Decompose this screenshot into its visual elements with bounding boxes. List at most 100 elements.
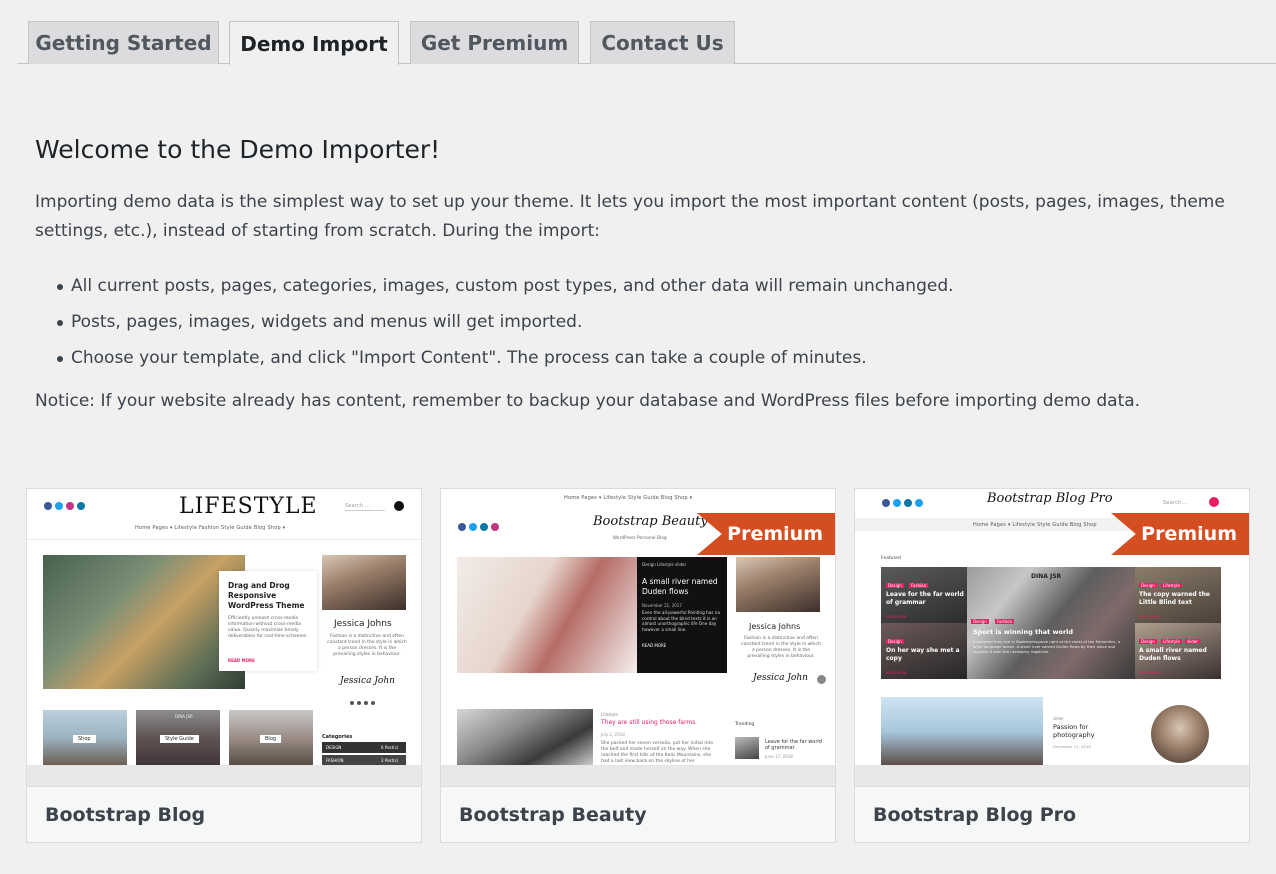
trending-title: Leave for the far world of grammar	[765, 739, 822, 751]
hero-heading: Drag and Drog Responsive WordPress Theme	[228, 581, 305, 610]
demo-title: Bootstrap Blog	[27, 786, 421, 842]
linkedin-icon	[904, 499, 912, 507]
post-tag: slider	[1185, 639, 1200, 644]
list-item: Choose your template, and click "Import …	[55, 340, 1245, 376]
post-tags: Design Lifestyle slider	[642, 562, 687, 567]
category-count: 2 Post(s)	[381, 758, 399, 763]
post-tag: Lifestyle	[1161, 639, 1182, 644]
post-text: Even the all-powerful Pointing has no co…	[642, 610, 721, 632]
author-avatar	[1151, 705, 1209, 763]
list-item: All current posts, pages, categories, im…	[55, 268, 1245, 304]
grid-title: On her way she met a copy	[886, 647, 960, 662]
category-name: FASHION	[326, 758, 344, 763]
grid-title: A small river named Duden flows	[1139, 647, 1207, 662]
lower-heading: They are still using those farms	[601, 719, 696, 726]
post-tag: Lifestyle	[1161, 583, 1182, 588]
read-more-link: READ MORE	[1139, 671, 1161, 675]
author-photo	[322, 555, 406, 610]
hero-text: Efficiently unleash cross-media informat…	[228, 616, 308, 639]
grid-title: Sport is winning that world	[973, 628, 1074, 636]
post-tag: Design	[886, 583, 904, 588]
demo-title: Bootstrap Beauty	[441, 786, 835, 842]
read-more-link: READ MORE	[228, 658, 255, 663]
post-image	[457, 709, 593, 765]
author-signature: Jessica John	[340, 676, 395, 686]
categories-heading: Categories	[322, 734, 353, 740]
twitter-icon	[469, 523, 477, 531]
tab-contact-us[interactable]: Contact Us	[590, 21, 735, 64]
instagram-icon	[491, 523, 499, 531]
nav-tabs: Getting Started Demo Import Get Premium …	[17, 21, 1276, 65]
tab-get-premium[interactable]: Get Premium	[410, 21, 579, 64]
tab-getting-started[interactable]: Getting Started	[28, 21, 219, 64]
lower-text: She packed her seven versalia, put her i…	[601, 741, 713, 764]
intro-section: Welcome to the Demo Importer! Importing …	[35, 133, 1245, 416]
intro-lead: Importing demo data is the simplest way …	[35, 192, 1225, 241]
post-tag: Fashion	[909, 583, 929, 588]
preview-logo: LIFESTYLE	[179, 494, 318, 519]
demo-title: Bootstrap Blog Pro	[855, 786, 1249, 842]
author-photo	[736, 557, 820, 612]
post-heading: A small river named Duden flows	[642, 577, 718, 596]
linkedin-icon	[480, 523, 488, 531]
hero-image	[43, 555, 245, 689]
lower-heading: Passion for photography	[1053, 723, 1095, 739]
grid-text: Separated they live in Bookmarksgrove ri…	[973, 639, 1121, 654]
lower-tag: Lifestyle	[601, 712, 618, 717]
demo-card-bootstrap-blog-pro[interactable]: Bootstrap Blog Pro Search ... Home Pages…	[854, 488, 1250, 843]
grid-title: Leave for the far world of grammar	[886, 591, 964, 606]
post-tag: Design	[1139, 583, 1157, 588]
read-more-link: READ MORE	[886, 671, 908, 675]
author-text: Fashion is a distinctive and often const…	[741, 636, 821, 659]
lower-date: December 21, 2018	[1053, 744, 1091, 749]
search-icon	[1209, 497, 1219, 507]
read-more-link: READ MORE	[1139, 615, 1161, 619]
category-count: 6 Post(s)	[381, 745, 399, 750]
search-icon	[394, 501, 404, 511]
author-signature: Jessica John	[753, 673, 808, 683]
lower-tag: slider	[1053, 716, 1064, 721]
notice-text: Notice: If your website already has cont…	[35, 391, 1141, 411]
intro-bullets: All current posts, pages, categories, im…	[35, 268, 1245, 376]
category-name: DESIGN	[326, 745, 342, 750]
page-title: Welcome to the Demo Importer!	[35, 135, 441, 164]
thumb-label: Style Guide	[160, 735, 199, 743]
demo-card-bootstrap-blog[interactable]: LIFESTYLE Search ... Home Pages ▾ Lifest…	[26, 488, 422, 843]
grid-image	[967, 567, 1135, 679]
vimeo-icon	[915, 499, 923, 507]
demo-card-bootstrap-beauty[interactable]: Home Pages ▾ Lifestyle Style Guide Blog …	[440, 488, 836, 843]
demo-preview-image[interactable]: LIFESTYLE Search ... Home Pages ▾ Lifest…	[27, 489, 421, 766]
post-tag: Design	[1139, 639, 1157, 644]
trending-date: June 17, 2018	[765, 754, 793, 759]
trending-heading: Trending	[735, 722, 755, 727]
instagram-icon	[66, 502, 74, 510]
tab-demo-import[interactable]: Demo Import	[229, 21, 399, 65]
preview-tagline: WordPress Personal Blog	[613, 535, 667, 540]
author-name: Jessica Johns	[749, 622, 801, 631]
preview-search: Search ...	[345, 503, 371, 509]
thumb-caption: DINA JSR	[175, 714, 193, 719]
preview-menu: Home Pages ▾ Lifestyle Style Guide Blog …	[564, 495, 693, 501]
preview-menu: Home Pages ▾ Lifestyle Style Guide Blog …	[973, 522, 1097, 528]
grid-title: The copy warned the Little Blind text	[1139, 591, 1210, 606]
author-text: Fashion is a distinctive and often const…	[327, 634, 407, 657]
lower-date: July 2, 2018	[601, 732, 625, 737]
thumb-label: Shop	[73, 735, 96, 743]
trending-thumb	[735, 737, 759, 759]
facebook-icon	[458, 523, 466, 531]
list-item: Posts, pages, images, widgets and menus …	[55, 304, 1245, 340]
twitter-icon	[893, 499, 901, 507]
author-name: Jessica Johns	[334, 619, 392, 629]
preview-logo: Bootstrap Blog Pro	[987, 491, 1113, 506]
post-image	[881, 697, 1043, 765]
post-tag: Design	[971, 619, 989, 624]
hero-image	[457, 557, 637, 673]
facebook-icon	[882, 499, 890, 507]
preview-logo: Bootstrap Beauty	[593, 514, 708, 529]
read-more-link: READ MORE	[886, 615, 908, 619]
post-date: November 21, 2017	[642, 603, 682, 608]
preview-search: Search ...	[1163, 500, 1189, 506]
post-tag: Design	[886, 639, 904, 644]
read-more-link: READ MORE	[642, 643, 667, 648]
preview-menu: Home Pages ▾ Lifestyle Fashion Style Gui…	[135, 525, 286, 531]
